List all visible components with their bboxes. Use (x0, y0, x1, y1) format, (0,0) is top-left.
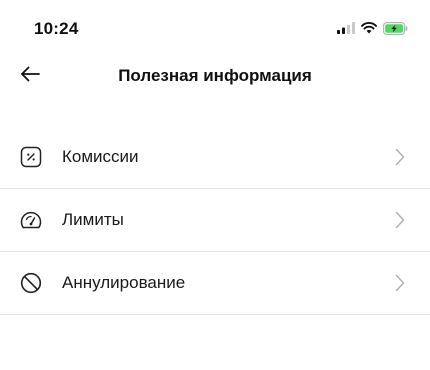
page-title: Полезная информация (118, 66, 312, 85)
screen: 10:24 Полезная информация Комиссии Лимит… (0, 0, 430, 370)
status-icons (337, 20, 408, 36)
wifi-icon (361, 22, 377, 34)
percent-icon (18, 144, 44, 170)
menu-item-label: Аннулирование (62, 273, 186, 292)
menu-item-commissions[interactable]: Комиссии (0, 126, 430, 189)
status-bar: 10:24 (0, 0, 430, 52)
menu-item-label: Лимиты (62, 210, 124, 229)
cancel-circle-icon (18, 270, 44, 296)
speedometer-icon (18, 207, 44, 233)
status-time: 10:24 (34, 19, 79, 38)
battery-charging-icon (383, 21, 408, 35)
menu-list: Комиссии Лимиты Аннулирование (0, 126, 430, 315)
menu-item-limits[interactable]: Лимиты (0, 189, 430, 252)
header: Полезная информация (0, 58, 430, 94)
chevron-right-icon (394, 273, 406, 293)
menu-item-label: Комиссии (62, 147, 139, 166)
signal-icon (337, 22, 355, 34)
chevron-right-icon (394, 147, 406, 167)
chevron-right-icon (394, 210, 406, 230)
menu-item-cancellation[interactable]: Аннулирование (0, 252, 430, 315)
